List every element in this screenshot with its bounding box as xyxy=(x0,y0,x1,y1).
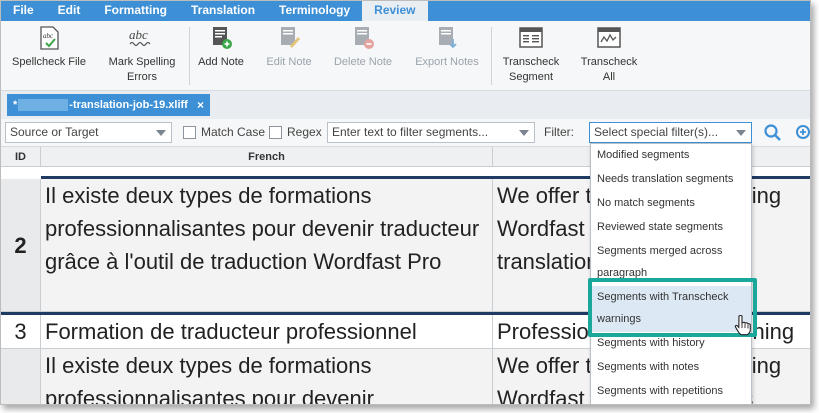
svg-text:abc: abc xyxy=(43,32,54,40)
export-notes-icon xyxy=(439,27,457,49)
filter-option-reviewed[interactable]: Reviewed state segments xyxy=(591,216,751,238)
transcheck-segment-icon xyxy=(519,27,543,48)
filter-option-transcheck-line1: Segments with Transcheck xyxy=(597,291,729,303)
menu-translation[interactable]: Translation xyxy=(179,1,267,21)
filter-option-transcheck-line2: warnings xyxy=(597,313,642,325)
export-notes-label: Export Notes xyxy=(415,56,479,68)
redacted-filename xyxy=(18,99,69,112)
menu-edit[interactable]: Edit xyxy=(46,1,93,21)
source-segment[interactable]: Il existe deux types de formations profe… xyxy=(41,349,493,404)
transcheck-all-label-1: Transcheck xyxy=(580,56,638,68)
transcheck-segment-label-2: Segment xyxy=(508,71,554,83)
scope-select-value: Source or Target xyxy=(10,125,99,139)
app-window: File Edit Formatting Translation Termino… xyxy=(0,0,811,405)
text-filter-placeholder: Enter text to filter segments... xyxy=(332,125,489,139)
segment-id: 2 xyxy=(1,179,41,311)
svg-text:abc: abc xyxy=(129,27,148,42)
add-note-button[interactable]: Add Note xyxy=(195,25,247,70)
filter-option-no-match[interactable]: No match segments xyxy=(591,192,751,214)
mark-spelling-label-2: Errors xyxy=(127,71,157,83)
segment-id: 3 xyxy=(1,315,41,348)
edit-note-icon xyxy=(281,27,300,48)
transcheck-all-icon xyxy=(597,27,621,48)
source-segment[interactable]: Il existe deux types de formations profe… xyxy=(41,179,493,311)
export-notes-button[interactable]: Export Notes xyxy=(411,25,483,70)
delete-note-button[interactable]: Delete Note xyxy=(331,25,395,70)
edit-note-label: Edit Note xyxy=(266,56,312,68)
tab-modified-marker: * xyxy=(13,99,18,111)
transcheck-segment-button[interactable]: Transcheck Segment xyxy=(499,25,563,85)
filter-option-modified[interactable]: Modified segments xyxy=(591,144,751,166)
spellcheck-file-label: Spellcheck File xyxy=(12,56,86,68)
text-filter-input[interactable]: Enter text to filter segments... xyxy=(327,122,535,143)
transcheck-all-label-2: All xyxy=(602,71,616,83)
special-filter-value: Select special filter(s)... xyxy=(594,125,719,139)
regex-checkbox[interactable] xyxy=(269,126,282,139)
delete-note-label: Delete Note xyxy=(333,56,393,68)
filter-option-merged-line1: Segments merged across xyxy=(597,245,723,257)
special-filter-select[interactable]: Select special filter(s)... xyxy=(589,122,752,143)
menu-bar: File Edit Formatting Translation Termino… xyxy=(1,1,810,21)
document-tab[interactable]: * -translation-job-19.xliff × xyxy=(7,94,210,116)
chevron-down-icon xyxy=(519,130,529,136)
filter-option-repetitions[interactable]: Segments with repetitions xyxy=(591,380,751,402)
chevron-down-icon xyxy=(736,130,746,136)
filter-option-merged[interactable]: Segments merged across paragraph xyxy=(591,240,751,284)
filter-option-needs-translation[interactable]: Needs translation segments xyxy=(591,168,751,190)
spellcheck-icon: abc xyxy=(40,26,59,50)
mark-spelling-errors-button[interactable]: abc Mark Spelling Errors xyxy=(103,25,181,85)
edit-note-button[interactable]: Edit Note xyxy=(261,25,317,70)
chevron-down-icon xyxy=(156,130,166,136)
filter-option-notes[interactable]: Segments with notes xyxy=(591,356,751,378)
document-tab-strip: * -translation-job-19.xliff × xyxy=(1,91,810,119)
mark-spelling-label-1: Mark Spelling xyxy=(108,56,176,68)
menu-terminology[interactable]: Terminology xyxy=(267,1,362,21)
scope-select[interactable]: Source or Target xyxy=(5,122,172,143)
close-tab-icon[interactable]: × xyxy=(197,94,204,116)
source-segment[interactable]: Formation de traducteur professionnel xyxy=(41,315,493,348)
regex-label: Regex xyxy=(287,125,322,139)
review-ribbon: abc Spellcheck File abc Mark Spelling Er… xyxy=(1,21,810,91)
filter-option-merged-line2: paragraph xyxy=(597,267,648,279)
hand-cursor-icon xyxy=(734,314,751,336)
filter-option-transcheck-warnings[interactable]: Segments with Transcheck warnings xyxy=(591,286,751,332)
match-case-checkbox[interactable] xyxy=(183,126,196,139)
delete-note-icon xyxy=(355,27,374,49)
search-icon[interactable] xyxy=(763,123,783,143)
column-header-id[interactable]: ID xyxy=(1,147,41,167)
add-note-icon xyxy=(213,27,232,49)
add-note-label: Add Note xyxy=(198,56,244,68)
menu-file[interactable]: File xyxy=(1,1,46,21)
mark-spelling-icon: abc xyxy=(129,27,151,47)
special-filter-dropdown: Modified segments Needs translation segm… xyxy=(590,143,752,404)
match-case-label: Match Case xyxy=(201,125,266,139)
ribbon-separator xyxy=(189,27,190,85)
segment-id xyxy=(1,349,41,404)
menu-review[interactable]: Review xyxy=(362,1,428,21)
filter-label: Filter: xyxy=(544,125,574,139)
ribbon-separator xyxy=(491,27,492,85)
tab-filename: -translation-job-19.xliff xyxy=(69,99,188,111)
filter-option-history[interactable]: Segments with history xyxy=(591,332,751,354)
menu-formatting[interactable]: Formatting xyxy=(92,1,179,21)
transcheck-all-button[interactable]: Transcheck All xyxy=(577,25,641,85)
zoom-in-icon[interactable] xyxy=(793,123,811,143)
column-header-source[interactable]: French xyxy=(41,147,493,167)
spellcheck-file-button[interactable]: abc Spellcheck File xyxy=(9,25,89,70)
transcheck-segment-label-1: Transcheck xyxy=(502,56,560,68)
